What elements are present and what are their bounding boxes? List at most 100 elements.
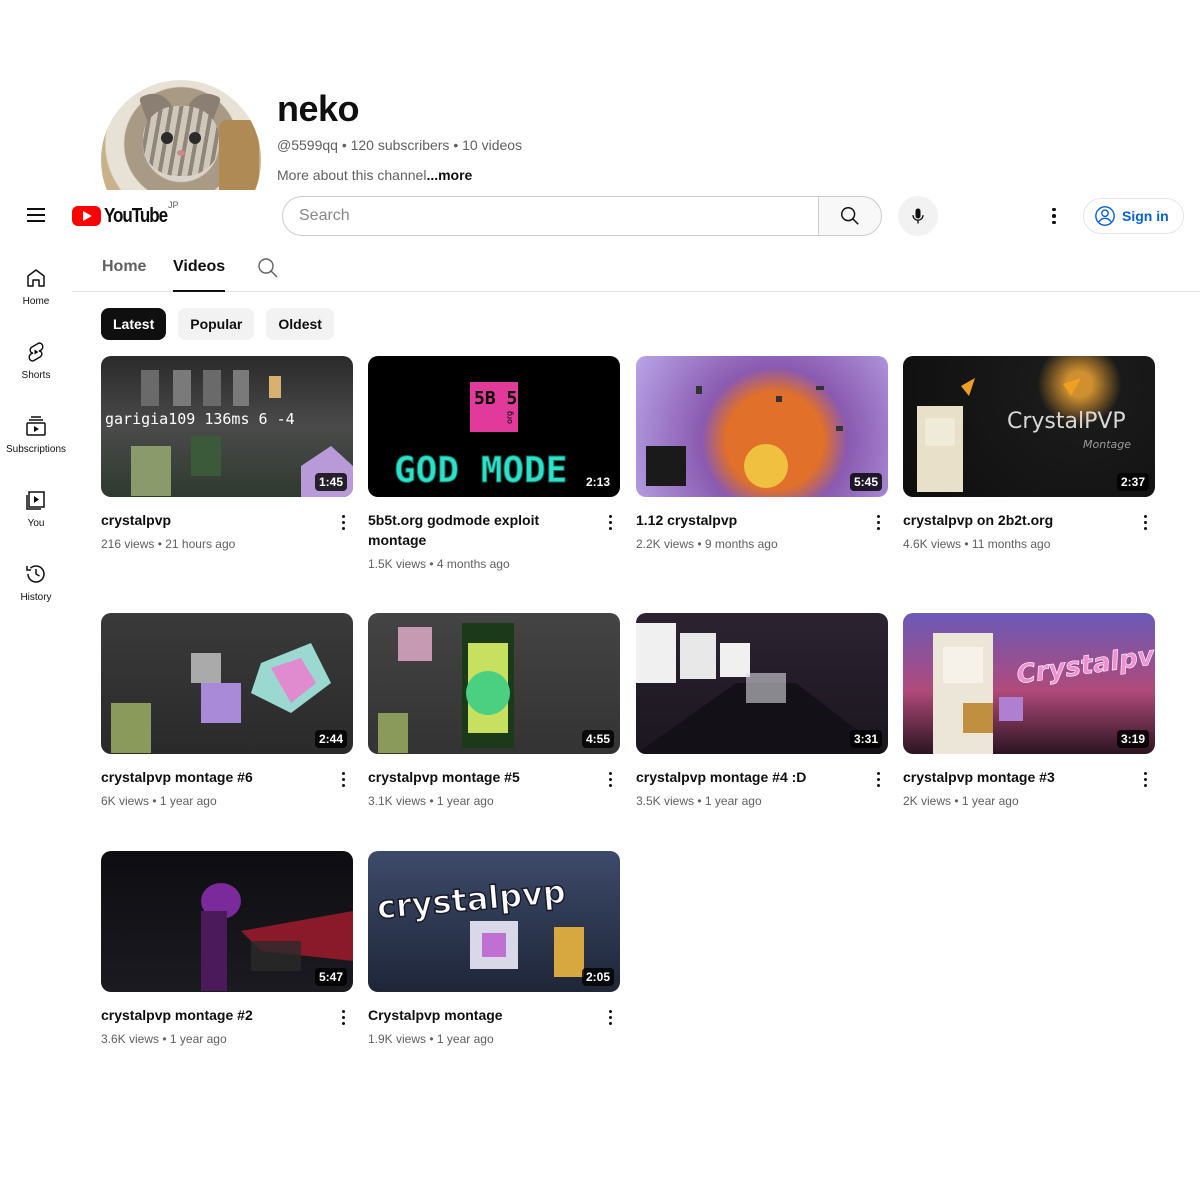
channel-name: neko [277,88,360,129]
thumbnail-overlay-text: garigia109 136ms 6 -4 [105,410,295,428]
guide-item-label: You [27,518,45,529]
thumbnail-subtitle-text: Montage [1083,438,1131,451]
mini-guide: Home Shorts Subscriptions You History [0,242,72,612]
video-age: 1 year ago [169,1032,227,1046]
sign-in-button[interactable]: Sign in [1083,198,1184,234]
home-icon [27,269,45,287]
microphone-icon [912,208,924,224]
video-duration: 4:55 [581,730,614,748]
video-views: 1.5K views [368,557,427,571]
tab-home[interactable]: Home [102,258,146,292]
video-title[interactable]: Crystalpvp montage [368,1005,586,1025]
video-meta: 3.5K views • 1 year ago [636,794,762,808]
video-title[interactable]: crystalpvp montage #5 [368,767,586,787]
video-title[interactable]: crystalpvp [101,510,319,530]
chip-popular[interactable]: Popular [178,308,255,340]
video-duration: 2:44 [314,730,347,748]
guide-item-subscriptions[interactable]: Subscriptions [0,390,72,464]
video-meta: 1.9K views • 1 year ago [368,1032,494,1046]
video-views: 3.5K views [636,794,695,808]
video-age: 1 year ago [961,794,1019,808]
video-age: 1 year ago [704,794,762,808]
you-icon [26,491,45,510]
channel-avatar[interactable] [101,80,261,190]
video-title[interactable]: crystalpvp on 2b2t.org [903,510,1121,530]
video-thumbnail[interactable]: Crystalpvp 3:19 [903,613,1155,754]
menu-icon[interactable] [22,204,50,228]
video-title[interactable]: crystalpvp montage #3 [903,767,1121,787]
video-title[interactable]: 1.12 crystalpvp [636,510,854,530]
video-card: garigia109 136ms 6 -4 1:45 crystalpvp 21… [101,356,353,551]
video-card: CrystalPVP Montage 2:37 crystalpvp on 2b… [903,356,1155,551]
video-views: 216 views [101,537,155,551]
guide-item-home[interactable]: Home [0,242,72,316]
video-menu-icon[interactable] [602,512,618,532]
voice-search-button[interactable] [898,196,938,236]
video-title[interactable]: 5b5t.org godmode exploit montage [368,510,586,550]
guide-item-shorts[interactable]: Shorts [0,316,72,390]
sort-chips: Latest Popular Oldest [101,308,334,340]
video-age: 1 year ago [436,794,494,808]
guide-item-you[interactable]: You [0,464,72,538]
avatar-background-chair [219,120,259,190]
video-age: 1 year ago [159,794,217,808]
search-icon [841,207,859,225]
video-title[interactable]: crystalpvp montage #2 [101,1005,319,1025]
video-thumbnail[interactable]: CrystalPVP Montage 2:37 [903,356,1155,497]
video-menu-icon[interactable] [602,1007,618,1027]
video-thumbnail[interactable]: 4:55 [368,613,620,754]
video-thumbnail[interactable]: 3:31 [636,613,888,754]
video-duration: 3:31 [849,730,882,748]
video-thumbnail[interactable]: 2:44 [101,613,353,754]
channel-about-prefix: More about this channel [277,167,427,183]
youtube-logo[interactable]: YouTube JP [72,200,179,227]
settings-more-icon[interactable] [1038,202,1070,230]
video-menu-icon[interactable] [870,769,886,789]
video-age: 9 months ago [704,537,778,551]
video-thumbnail[interactable]: 5B 5T org GOD MODE 2:13 [368,356,620,497]
chip-latest[interactable]: Latest [101,308,167,340]
video-menu-icon[interactable] [335,512,351,532]
channel-search-icon[interactable] [256,256,280,280]
video-meta: 3.1K views • 1 year ago [368,794,494,808]
video-card: crystalpvp 2:05 Crystalpvp montage 1.9K … [368,851,620,1046]
video-thumbnail[interactable]: 5:47 [101,851,353,992]
search-input[interactable] [282,196,818,236]
video-thumbnail[interactable]: 5:45 [636,356,888,497]
tab-videos[interactable]: Videos [173,258,226,292]
history-icon [26,565,45,583]
video-card: 2:44 crystalpvp montage #6 6K views • 1 … [101,613,353,808]
video-menu-icon[interactable] [335,1007,351,1027]
search-button[interactable] [818,196,882,236]
avatar-cat-eye-left [161,132,173,144]
video-card: 3:31 crystalpvp montage #4 :D 3.5K views… [636,613,888,808]
thumbnail-title-text: crystalpvp [375,872,567,926]
avatar-cat-face [143,106,219,176]
video-card: 5:47 crystalpvp montage #2 3.6K views • … [101,851,353,1046]
video-menu-icon[interactable] [335,769,351,789]
youtube-play-icon [72,206,101,226]
chip-oldest[interactable]: Oldest [266,308,334,340]
sign-in-label: Sign in [1122,208,1169,224]
video-menu-icon[interactable] [602,769,618,789]
video-duration: 2:05 [581,968,614,986]
video-menu-icon[interactable] [1137,769,1153,789]
avatar-cat-eye-right [189,132,201,144]
video-age: 1 year ago [436,1032,494,1046]
video-title[interactable]: crystalpvp montage #6 [101,767,319,787]
video-menu-icon[interactable] [1137,512,1153,532]
channel-about-link[interactable]: More about this channel...more [277,167,472,183]
thumbnail-logo-text: 5B 5T [474,388,528,409]
video-card: 5B 5T org GOD MODE 2:13 5b5t.org godmode… [368,356,620,571]
video-thumbnail[interactable]: garigia109 136ms 6 -4 1:45 [101,356,353,497]
account-icon [1095,206,1115,226]
video-views: 2.2K views [636,537,695,551]
video-menu-icon[interactable] [870,512,886,532]
thumbnail-title-text: Crystalpvp [1015,639,1155,691]
video-thumbnail[interactable]: crystalpvp 2:05 [368,851,620,992]
video-views: 6K views [101,794,150,808]
thumbnail-logo-subtext: org [505,411,514,424]
video-title[interactable]: crystalpvp montage #4 :D [636,767,854,787]
video-meta: 4.6K views • 11 months ago [903,537,1051,551]
guide-item-history[interactable]: History [0,538,72,612]
